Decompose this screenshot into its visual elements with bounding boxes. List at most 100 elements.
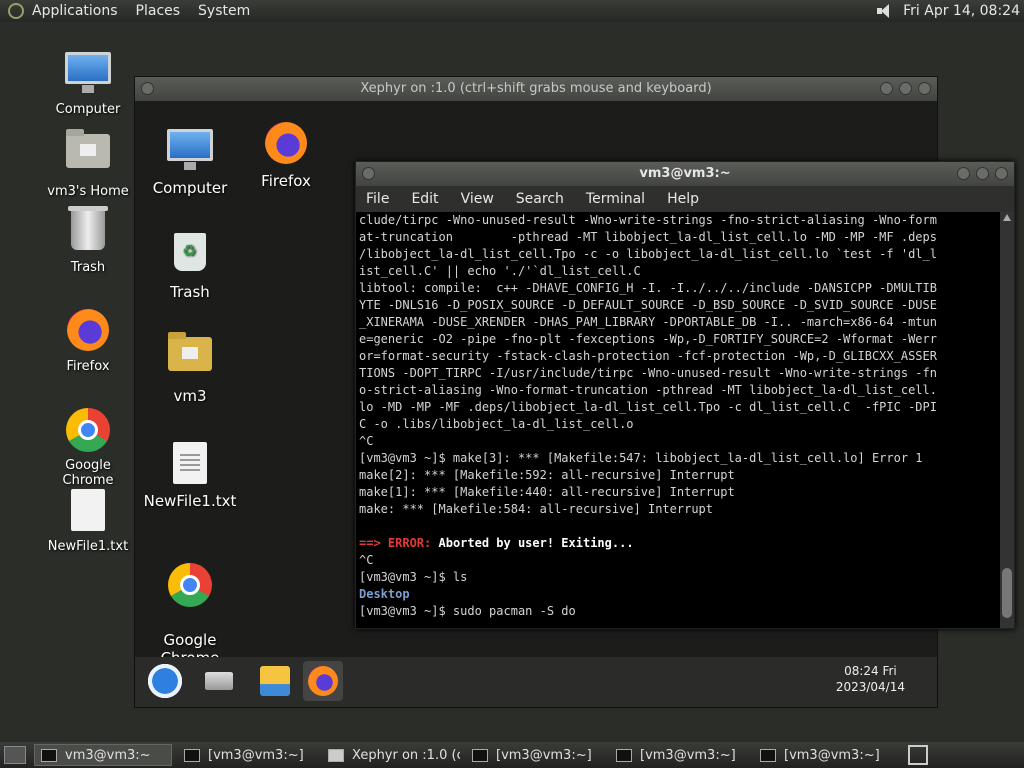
dock-clock[interactable]: 08:24 Fri 2023/04/14 xyxy=(836,663,905,695)
xephyr-dock: 08:24 Fri 2023/04/14 xyxy=(135,657,937,707)
task-label: [vm3@vm3:~] xyxy=(208,747,304,763)
dock-firefox-button[interactable] xyxy=(303,661,343,701)
window-menu-icon[interactable] xyxy=(362,167,375,180)
terminal-title: vm3@vm3:~ xyxy=(639,166,731,181)
xephyr-icon-firefox[interactable]: Firefox xyxy=(231,119,341,190)
xephyr-icon-computer[interactable]: Computer xyxy=(135,123,245,197)
menu-terminal[interactable]: Terminal xyxy=(586,191,645,207)
task-label: [vm3@vm3:~] xyxy=(640,747,736,763)
error-message: Aborted by user! Exiting... xyxy=(431,536,634,550)
show-desktop-icon[interactable] xyxy=(4,746,26,764)
terminal-prompt-line[interactable]: [vm3@vm3 ~]$ sudo pacman -S do xyxy=(356,603,1000,620)
text-file-icon xyxy=(64,489,112,537)
desktop-icon-label: NewFile1.txt xyxy=(143,492,237,510)
menu-applications[interactable]: Applications xyxy=(32,3,118,19)
task-terminal[interactable]: [vm3@vm3:~] xyxy=(754,744,892,766)
top-panel: Applications Places System Fri Apr 14, 0… xyxy=(0,0,1024,22)
window-menu-icon[interactable] xyxy=(141,82,154,95)
task-terminal-active[interactable]: vm3@vm3:~ xyxy=(34,744,172,766)
xephyr-icon-trash[interactable]: Trash xyxy=(135,227,245,301)
minimize-icon[interactable] xyxy=(957,167,970,180)
chrome-icon xyxy=(64,408,112,456)
terminal-line: clude/tirpc -Wno-unused-result -Wno-writ… xyxy=(359,213,937,227)
menu-places[interactable]: Places xyxy=(136,3,181,19)
menu-view[interactable]: View xyxy=(461,191,494,207)
terminal-output[interactable]: clude/tirpc -Wno-unused-result -Wno-writ… xyxy=(356,212,1000,628)
computer-icon xyxy=(166,129,214,177)
minimize-icon[interactable] xyxy=(880,82,893,95)
task-terminal[interactable]: [vm3@vm3:~] xyxy=(466,744,604,766)
terminal-icon xyxy=(616,748,632,762)
window-icon xyxy=(328,748,344,762)
launcher-icon[interactable] xyxy=(145,661,185,701)
home-folder-icon xyxy=(64,129,112,182)
task-terminal[interactable]: [vm3@vm3:~] xyxy=(610,744,748,766)
text-file-icon xyxy=(166,442,214,490)
scrollbar-thumb[interactable] xyxy=(1002,568,1012,618)
maximize-icon[interactable] xyxy=(976,167,989,180)
chrome-icon xyxy=(166,563,214,611)
scroll-up-arrow-icon[interactable] xyxy=(1003,214,1011,221)
desktop-icon-label: Firefox xyxy=(66,359,110,374)
terminal-error-line: ==> ERROR: Aborted by user! Exiting... xyxy=(356,535,1000,552)
desktop-icon-newfile[interactable]: NewFile1.txt xyxy=(40,486,136,554)
desktop-icon-label: Trash xyxy=(70,260,106,275)
menu-file[interactable]: File xyxy=(366,191,389,207)
terminal-icon xyxy=(184,748,200,762)
desktop-icon-chrome[interactable]: Google Chrome xyxy=(40,406,136,488)
desktop-icon-trash[interactable]: Trash xyxy=(40,206,136,275)
terminal-line: [vm3@vm3 ~]$ ls xyxy=(359,570,468,584)
desktop-icon-label: NewFile1.txt xyxy=(47,539,129,554)
workspace-switcher-icon[interactable] xyxy=(908,745,928,765)
task-label: vm3@vm3:~ xyxy=(65,747,151,763)
trash-icon xyxy=(166,233,214,281)
terminal-scrollbar[interactable] xyxy=(1000,212,1014,628)
xephyr-titlebar[interactable]: Xephyr on :1.0 (ctrl+shift grabs mouse a… xyxy=(135,77,937,101)
bottom-taskbar: vm3@vm3:~ [vm3@vm3:~] Xephyr on :1.0 (ct… xyxy=(0,742,1024,768)
terminal-line: e=generic -O2 -pipe -fno-plt -fexception… xyxy=(359,332,937,346)
task-terminal[interactable]: [vm3@vm3:~] xyxy=(178,744,316,766)
panel-clock[interactable]: Fri Apr 14, 08:24 xyxy=(903,3,1020,19)
desktop-icon-computer[interactable]: Computer xyxy=(40,46,136,117)
terminal-line: C -o .libs/libobject_la-dl_list_cell.o xyxy=(359,417,634,431)
volume-icon[interactable] xyxy=(875,3,893,19)
terminal-icon xyxy=(472,748,488,762)
file-manager-icon[interactable] xyxy=(260,666,290,696)
terminal-line: make: *** [Makefile:584: all-recursive] … xyxy=(359,502,714,516)
maximize-icon[interactable] xyxy=(899,82,912,95)
task-xephyr[interactable]: Xephyr on :1.0 (ct... xyxy=(322,744,460,766)
dock-clock-date: 2023/04/14 xyxy=(835,680,905,694)
terminal-line: or=format-security -fstack-clash-protect… xyxy=(359,349,937,363)
terminal-line: _XINERAMA -DUSE_XRENDER -DHAS_PAM_LIBRAR… xyxy=(359,315,937,329)
terminal-icon xyxy=(760,748,776,762)
close-icon[interactable] xyxy=(995,167,1008,180)
desktop-icon-home[interactable]: vm3's Home xyxy=(40,126,136,199)
distro-logo-icon[interactable] xyxy=(8,3,24,19)
terminal-line: YTE -DNLS16 -D_POSIX_SOURCE -D_DEFAULT_S… xyxy=(359,298,937,312)
menu-edit[interactable]: Edit xyxy=(411,191,438,207)
menu-search[interactable]: Search xyxy=(516,191,564,207)
terminal-window[interactable]: vm3@vm3:~ File Edit View Search Terminal… xyxy=(355,161,1015,629)
error-label: ERROR: xyxy=(387,536,432,550)
terminal-line: o-strict-aliasing -Wno-format-truncation… xyxy=(359,383,937,397)
dock-clock-time: 08:24 Fri xyxy=(844,664,897,678)
desktop-icon-label: vm3 xyxy=(173,387,207,405)
ls-output-directory: Desktop xyxy=(359,587,410,601)
menu-system[interactable]: System xyxy=(198,3,250,19)
task-label: [vm3@vm3:~] xyxy=(496,747,592,763)
menu-help[interactable]: Help xyxy=(667,191,699,207)
desktop-icon-label: Firefox xyxy=(261,172,311,190)
xephyr-icon-newfile[interactable]: NewFile1.txt xyxy=(135,439,245,510)
xephyr-icon-vm3[interactable]: vm3 xyxy=(135,329,245,405)
terminal-line: ^C xyxy=(359,434,374,448)
computer-icon xyxy=(64,52,112,100)
window-switcher-icon[interactable] xyxy=(205,672,233,690)
desktop-icon-label: Google Chrome xyxy=(62,458,114,488)
task-label: [vm3@vm3:~] xyxy=(784,747,880,763)
terminal-titlebar[interactable]: vm3@vm3:~ xyxy=(356,162,1014,186)
terminal-menubar: File Edit View Search Terminal Help xyxy=(356,186,1014,212)
desktop-icon-firefox[interactable]: Firefox xyxy=(40,306,136,374)
terminal-icon xyxy=(41,748,57,762)
close-icon[interactable] xyxy=(918,82,931,95)
